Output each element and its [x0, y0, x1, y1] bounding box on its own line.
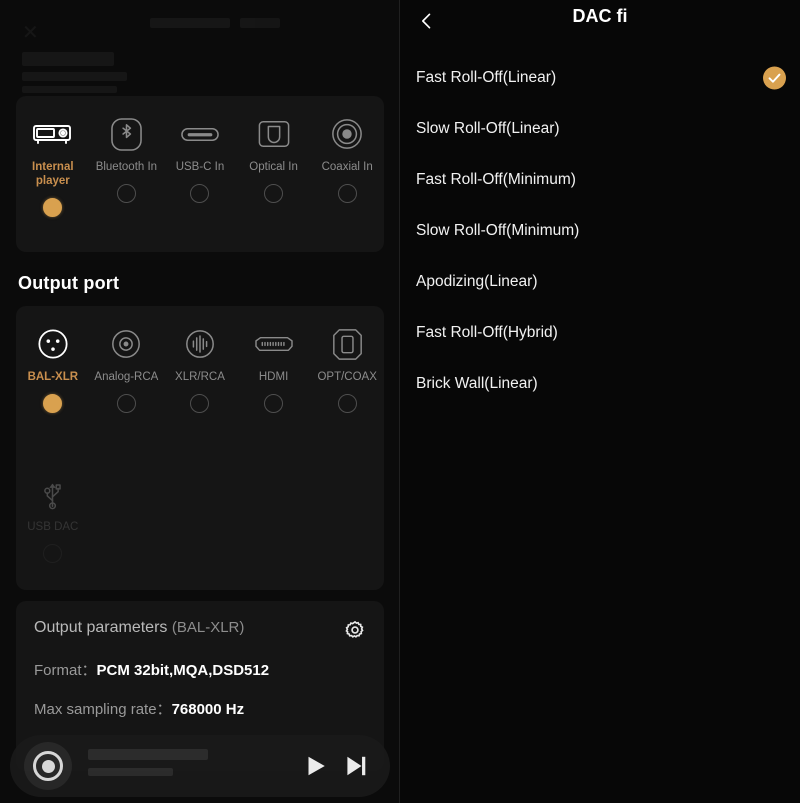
output-port-label: BAL-XLR: [27, 371, 79, 383]
dac-filter-label: Fast Roll-Off(Linear): [416, 68, 557, 86]
output-parameters-port: (BAL-XLR): [171, 619, 245, 636]
input-source-label: Internal player: [32, 161, 74, 187]
dac-filter-item[interactable]: Fast Roll-Off(Minimum): [400, 154, 800, 205]
page-title: DAC fi: [572, 6, 628, 26]
ghost-heading: [22, 52, 114, 66]
vinyl-hole: [41, 759, 55, 773]
dac-filter-item[interactable]: Apodizing(Linear): [400, 256, 800, 307]
now-playing-artist: [88, 768, 173, 776]
output-port-card: BAL-XLR Analog-RCA XLR/RCA HDMI OPT/COAX USB…: [16, 306, 384, 590]
vinyl-record-icon[interactable]: [24, 742, 72, 790]
dac-filter-list: Fast Roll-Off(Linear) Slow Roll-Off(Linea…: [400, 52, 800, 409]
optical-icon: [258, 114, 290, 154]
rca-jack-icon: [110, 324, 142, 364]
toslink-icon: [332, 324, 363, 364]
input-source-radio[interactable]: [116, 184, 136, 203]
input-source-label: USB-C In: [175, 161, 225, 173]
input-source-item-internal-player[interactable]: Internal player: [16, 96, 90, 217]
output-port-radio[interactable]: [116, 394, 136, 413]
output-port-radio[interactable]: [43, 394, 63, 413]
output-port-grid: BAL-XLR Analog-RCA XLR/RCA HDMI OPT/COAX: [16, 306, 384, 413]
usb-dac-label: USB DAC: [27, 521, 79, 533]
max-sampling-rate-label: Max sampling rate：: [34, 701, 172, 718]
input-source-label: Coaxial In: [321, 161, 373, 173]
app-root: ✕ Internal player Bluetooth In USB-C In Opt…: [0, 0, 800, 803]
output-port-title: Output port: [18, 273, 120, 293]
usb-icon: [41, 474, 64, 514]
ghost-subtext: [22, 72, 127, 81]
output-port-item-analog-rca[interactable]: Analog-RCA: [90, 306, 164, 413]
ghost-subtext-2: [22, 86, 117, 93]
coaxial-icon: [331, 114, 363, 154]
output-port-item-xlr-rca[interactable]: XLR/RCA: [163, 306, 237, 413]
format-label: Format：: [34, 662, 97, 679]
usb-dac-radio: [43, 544, 63, 563]
dac-filter-item[interactable]: Slow Roll-Off(Linear): [400, 103, 800, 154]
output-port-radio[interactable]: [264, 394, 284, 413]
waveform-icon: [184, 324, 216, 364]
usb-c-icon: [181, 114, 219, 154]
now-playing-title: [88, 749, 208, 760]
dac-filter-item[interactable]: Fast Roll-Off(Hybrid): [400, 307, 800, 358]
output-port-radio[interactable]: [190, 394, 210, 413]
dac-filter-header: DAC fi: [400, 0, 800, 42]
input-source-item-usb-c-in[interactable]: USB-C In: [163, 96, 237, 217]
input-source-label: Bluetooth In: [95, 161, 158, 173]
output-port-label: Analog-RCA: [94, 371, 159, 383]
input-source-item-optical-in[interactable]: Optical In: [237, 96, 311, 217]
max-sampling-rate-value: 768000 Hz: [171, 701, 245, 718]
input-source-radio[interactable]: [264, 184, 284, 203]
dac-filter-label: Brick Wall(Linear): [416, 374, 538, 392]
next-track-icon[interactable]: [342, 753, 368, 779]
dac-filter-item[interactable]: Fast Roll-Off(Linear): [400, 52, 800, 103]
dac-filter-label: Fast Roll-Off(Hybrid): [416, 323, 558, 341]
input-source-radio[interactable]: [190, 184, 210, 203]
output-port-radio[interactable]: [337, 394, 357, 413]
ghost-title-bar-2: [240, 18, 280, 28]
usb-dac-row: USB DAC: [16, 456, 384, 563]
format-row: Format：PCM 32bit,MQA,DSD512: [34, 659, 269, 680]
input-source-radio[interactable]: [337, 184, 357, 203]
gear-icon[interactable]: [344, 619, 366, 641]
dac-filter-item[interactable]: Slow Roll-Off(Minimum): [400, 205, 800, 256]
output-port-item-hdmi[interactable]: HDMI: [237, 306, 311, 413]
output-parameters-title: Output parameters: [34, 619, 168, 636]
output-port-label: XLR/RCA: [175, 371, 225, 383]
output-port-item-bal-xlr[interactable]: BAL-XLR: [16, 306, 90, 413]
dac-filter-label: Apodizing(Linear): [416, 272, 538, 290]
input-source-card: Internal player Bluetooth In USB-C In Optic…: [16, 96, 384, 252]
format-value: PCM 32bit,MQA,DSD512: [96, 662, 270, 679]
input-source-item-bluetooth-in[interactable]: Bluetooth In: [90, 96, 164, 217]
vinyl-ring: [33, 751, 63, 781]
max-sampling-rate-row: Max sampling rate：768000 Hz: [34, 698, 244, 719]
output-port-label: OPT/COAX: [317, 371, 377, 383]
settings-panel: ✕ Internal player Bluetooth In USB-C In Opt…: [0, 0, 400, 803]
dac-filter-item[interactable]: Brick Wall(Linear): [400, 358, 800, 409]
ghost-title-bar: [150, 18, 230, 28]
hdmi-port-icon: [254, 324, 294, 364]
dap-player-icon: [32, 114, 73, 154]
check-icon: [763, 66, 786, 89]
now-playing-meta: [88, 749, 208, 776]
xlr-connector-icon: [37, 324, 69, 364]
output-port-item-opt-coax[interactable]: OPT/COAX: [310, 306, 384, 413]
bluetooth-icon: [111, 114, 142, 154]
mini-player-bar[interactable]: [10, 735, 390, 797]
dac-filter-label: Slow Roll-Off(Minimum): [416, 221, 580, 239]
input-source-radio[interactable]: [43, 198, 63, 217]
dac-filter-panel: DAC fi Fast Roll-Off(Linear) Slow Roll-Of…: [400, 0, 800, 803]
input-source-grid: Internal player Bluetooth In USB-C In Optic…: [16, 96, 384, 217]
input-source-label: Optical In: [249, 161, 298, 173]
input-source-item-coaxial-in[interactable]: Coaxial In: [310, 96, 384, 217]
output-port-label: HDMI: [258, 371, 289, 383]
dimmed-overlay-header: ✕: [0, 0, 400, 93]
output-parameters-heading: Output parameters (BAL-XLR): [34, 619, 244, 637]
close-icon: ✕: [22, 20, 39, 45]
play-icon[interactable]: [302, 753, 328, 779]
dac-filter-label: Slow Roll-Off(Linear): [416, 119, 560, 137]
dac-filter-label: Fast Roll-Off(Minimum): [416, 170, 576, 188]
usb-dac-item-usb-dac: USB DAC: [16, 456, 90, 563]
